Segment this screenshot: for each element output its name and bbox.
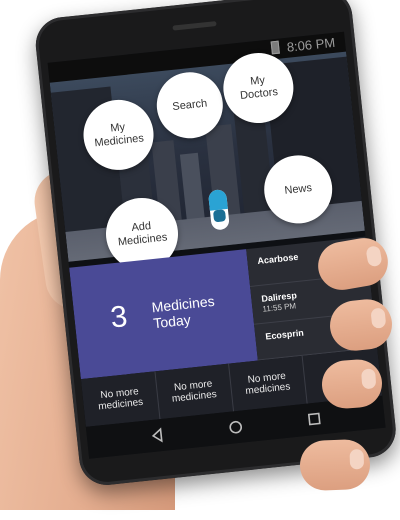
- hand-finger: [299, 438, 371, 492]
- news-label: News: [283, 181, 313, 197]
- no-more-medicines-text: No more medicines: [244, 370, 291, 397]
- my-doctors-label: My Doctors: [239, 74, 279, 102]
- no-more-medicines-text: No more medicines: [97, 386, 144, 413]
- battery-icon: [270, 40, 280, 55]
- scene: 8:06 PM My Medicines Search My Doctors N…: [0, 0, 400, 510]
- fingernail: [370, 307, 387, 329]
- search-label: Search: [171, 96, 208, 113]
- home-icon[interactable]: [227, 418, 245, 436]
- medicines-today-tile[interactable]: 3 Medicines Today: [69, 249, 258, 380]
- medicines-today-label: Medicines Today: [150, 292, 216, 332]
- status-time: 8:06 PM: [286, 34, 336, 55]
- phone-speaker: [172, 21, 217, 31]
- fingernail: [365, 245, 383, 268]
- no-more-medicines-cell: No more medicines: [80, 371, 161, 427]
- back-icon[interactable]: [148, 427, 166, 445]
- no-more-medicines-cell: No more medicines: [228, 355, 308, 412]
- pill-icon: [208, 189, 230, 230]
- fingernail: [360, 368, 377, 390]
- no-more-medicines-text: No more medicines: [171, 378, 218, 405]
- my-medicines-label: My Medicines: [93, 121, 145, 150]
- recents-icon[interactable]: [305, 410, 323, 428]
- no-more-medicines-cell: No more medicines: [154, 363, 235, 420]
- add-medicines-label: Add Medicines: [117, 220, 168, 249]
- fingernail: [349, 448, 365, 470]
- medicines-today-count: 3: [108, 300, 129, 335]
